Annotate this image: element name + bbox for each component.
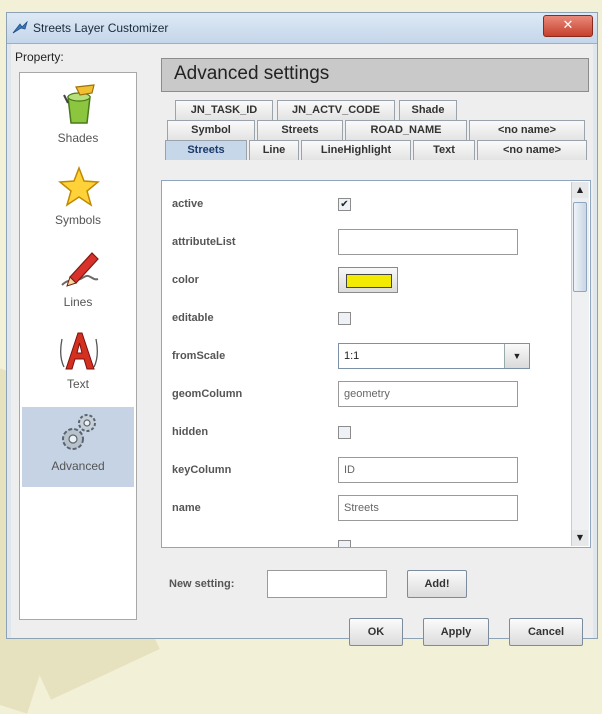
sidebar-item-label: Lines bbox=[63, 295, 93, 309]
window-title: Streets Layer Customizer bbox=[33, 21, 169, 35]
title-bar[interactable]: Streets Layer Customizer ✕ bbox=[7, 13, 597, 44]
gears-icon bbox=[62, 414, 96, 450]
sidebar-item-label: Shades bbox=[57, 131, 99, 145]
sidebar-item-lines[interactable]: Lines bbox=[22, 243, 134, 323]
app-icon bbox=[12, 21, 28, 34]
text-a-icon bbox=[60, 332, 98, 370]
sidebar-item-label: Text bbox=[66, 377, 89, 391]
new-setting-label: New setting: bbox=[169, 578, 235, 590]
sidebar-item-text[interactable]: Text bbox=[22, 325, 134, 405]
paint-bucket-icon bbox=[63, 84, 95, 124]
property-sidebar: Shades Symbols Lines Text Advanced bbox=[19, 72, 137, 620]
property-label: Property: bbox=[15, 50, 64, 64]
ok-button[interactable]: OK bbox=[349, 618, 403, 646]
sidebar-item-advanced[interactable]: Advanced bbox=[22, 407, 134, 487]
sidebar-item-label: Symbols bbox=[54, 213, 101, 227]
sidebar-item-shades[interactable]: Shades bbox=[22, 79, 134, 159]
layer-customizer-window: Streets Layer Customizer ✕ Property: Sha… bbox=[6, 12, 598, 646]
sidebar-item-label: Advanced bbox=[51, 459, 105, 473]
apply-button[interactable]: Apply bbox=[423, 618, 489, 646]
new-setting-input[interactable] bbox=[267, 570, 387, 598]
cancel-button[interactable]: Cancel bbox=[509, 618, 583, 646]
pen-icon bbox=[61, 252, 99, 287]
sidebar-item-symbols[interactable]: Symbols bbox=[22, 161, 134, 241]
dialog-body: Property: Shades Symbols Lines Text Adva… bbox=[11, 44, 593, 646]
add-setting-button[interactable]: Add! bbox=[407, 570, 467, 598]
footer-area: New setting: Add! OK Apply Cancel bbox=[161, 44, 591, 646]
star-icon bbox=[58, 165, 100, 207]
close-button[interactable]: ✕ bbox=[543, 15, 593, 37]
